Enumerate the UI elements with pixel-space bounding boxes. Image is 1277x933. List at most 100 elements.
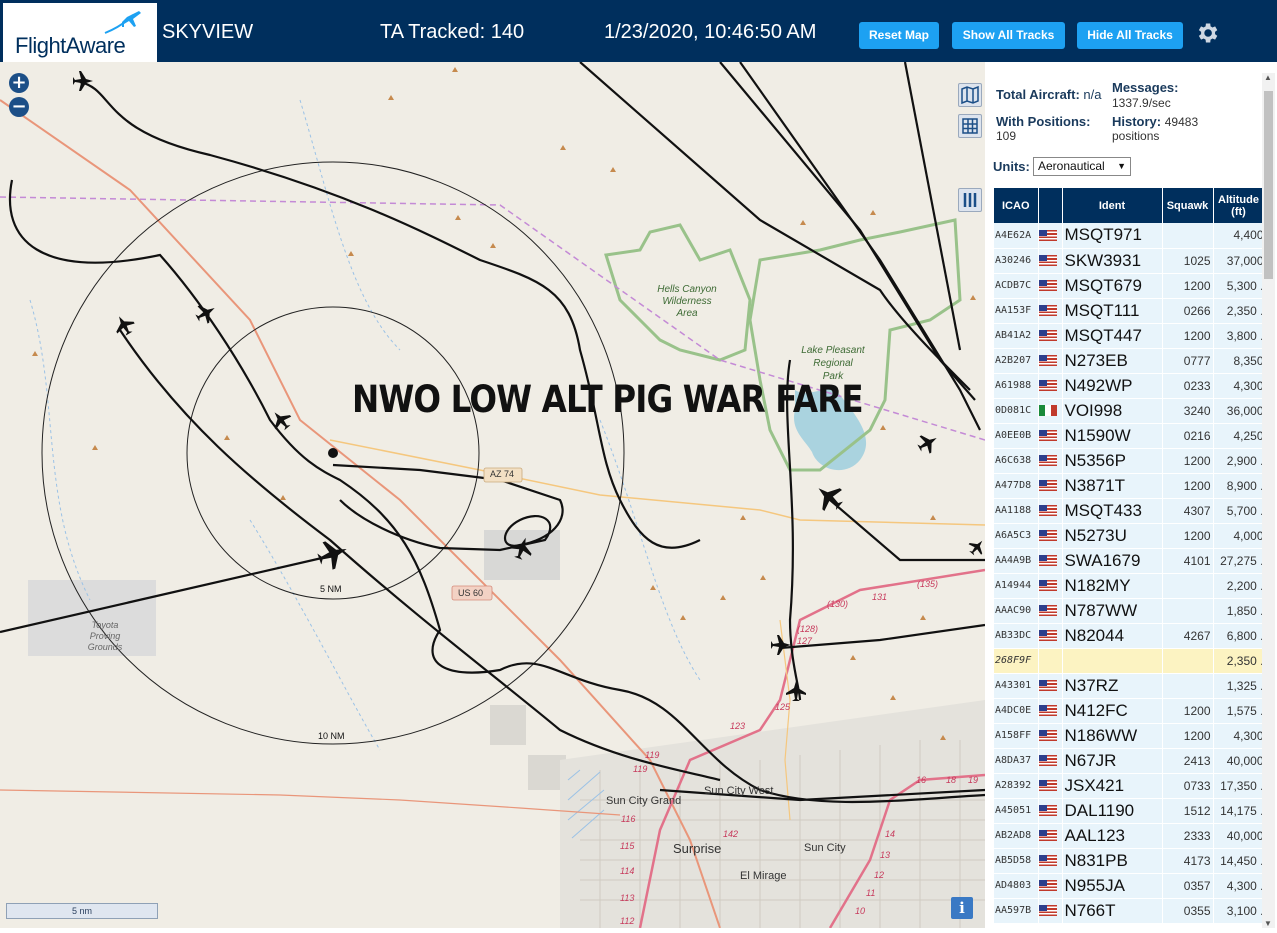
col-header-squawk[interactable]: Squawk <box>1162 188 1214 223</box>
table-row[interactable]: A4DC0E N412FC 1200 1,575 . <box>994 698 1262 724</box>
table-row[interactable]: A28392 JSX421 0733 17,350 . <box>994 773 1262 799</box>
flag-cell <box>1038 448 1063 474</box>
squawk-cell: 0266 <box>1162 298 1214 324</box>
table-row[interactable]: A0EE0B N1590W 0216 4,250 <box>994 423 1262 449</box>
table-row[interactable]: A14944 N182MY 2,200 . <box>994 573 1262 599</box>
road-number: 125 <box>775 702 791 712</box>
total-aircraft-stat: Total Aircraft: n/a <box>996 87 1102 102</box>
icao-cell: A4DC0E <box>994 698 1039 724</box>
table-row[interactable]: A30246 SKW3931 1025 37,000 <box>994 248 1262 274</box>
table-row[interactable]: A45051 DAL1190 1512 14,175 . <box>994 798 1262 824</box>
scroll-down-arrow[interactable]: ▼ <box>1264 919 1272 928</box>
scrollbar-thumb[interactable] <box>1264 91 1273 279</box>
ident-cell: N182MY <box>1062 573 1163 599</box>
ident-cell: N955JA <box>1062 873 1163 899</box>
aircraft-icon[interactable] <box>317 538 349 570</box>
aircraft-icon[interactable] <box>770 634 792 656</box>
table-row[interactable]: AB33DC N82044 4267 6,800 . <box>994 623 1262 649</box>
columns-toggle-button[interactable] <box>958 188 982 212</box>
squawk-cell: 1200 <box>1162 723 1214 749</box>
flag-cell <box>1038 673 1063 699</box>
table-row[interactable]: AA4A9B SWA1679 4101 27,275 . <box>994 548 1262 574</box>
table-row[interactable]: A6C638 N5356P 1200 2,900 . <box>994 448 1262 474</box>
table-row[interactable]: 0D081C VOI998 3240 36,000 <box>994 398 1262 424</box>
map-layers-button[interactable] <box>958 83 982 107</box>
table-row[interactable]: AA153F MSQT111 0266 2,350 . <box>994 298 1262 324</box>
table-row[interactable]: A8DA37 N67JR 2413 40,000 <box>994 748 1262 774</box>
aircraft-icon[interactable] <box>814 482 844 512</box>
road-number: 131 <box>872 592 888 602</box>
ident-cell: N1590W <box>1062 423 1163 449</box>
us-flag-icon <box>1038 254 1057 266</box>
units-label: Units: <box>993 159 1030 174</box>
col-header-altitude[interactable]: Altitude (ft) <box>1213 188 1262 223</box>
aircraft-icon[interactable] <box>917 432 939 454</box>
flag-cell <box>1038 823 1063 849</box>
grid-icon <box>962 118 978 134</box>
aircraft-icon[interactable] <box>195 302 217 324</box>
flightaware-logo[interactable]: FlightAware <box>3 3 157 62</box>
hide-all-tracks-button[interactable]: Hide All Tracks <box>1077 22 1183 49</box>
table-row[interactable]: AD4803 N955JA 0357 4,300 . <box>994 873 1262 899</box>
aircraft-icon[interactable] <box>510 536 534 560</box>
table-row[interactable]: A2B207 N273EB 0777 8,350 <box>994 348 1262 374</box>
aircraft-icon[interactable] <box>785 680 807 702</box>
col-header-icao[interactable]: ICAO <box>994 188 1039 223</box>
icao-cell: AA597B <box>994 898 1039 924</box>
sidebar-scrollbar[interactable]: ▲ ▼ <box>1262 73 1275 928</box>
col-header-flag[interactable] <box>1038 188 1063 223</box>
messages-stat: Messages: <box>1112 80 1178 95</box>
ident-cell: AAL123 <box>1062 823 1163 849</box>
table-row[interactable]: A6A5C3 N5273U 1200 4,000 <box>994 523 1262 549</box>
map-view[interactable]: Hells Canyon Wilderness Area Lake Pleasant… <box>0 62 985 928</box>
chevron-down-icon: ▼ <box>1117 161 1126 171</box>
aircraft-icon[interactable] <box>113 314 135 336</box>
altitude-cell: 14,175 . <box>1213 798 1262 824</box>
us-flag-icon <box>1038 504 1057 516</box>
squawk-cell <box>1162 673 1214 699</box>
table-row[interactable]: ACDB7C MSQT679 1200 5,300 . <box>994 273 1262 299</box>
table-row[interactable]: A477D8 N3871T 1200 8,900 . <box>994 473 1262 499</box>
aircraft-icon[interactable] <box>270 409 292 431</box>
zoom-in-button[interactable]: + <box>9 73 29 93</box>
table-row[interactable]: AB41A2 MSQT447 1200 3,800 . <box>994 323 1262 349</box>
table-row[interactable]: AA1188 MSQT433 4307 5,700 . <box>994 498 1262 524</box>
table-row[interactable]: A43301 N37RZ 1,325 . <box>994 673 1262 699</box>
flag-cell <box>1038 748 1063 774</box>
ident-cell: SKW3931 <box>1062 248 1163 274</box>
altitude-cell: 1,325 . <box>1213 673 1262 699</box>
reset-map-button[interactable]: Reset Map <box>859 22 939 49</box>
table-row[interactable]: A61988 N492WP 0233 4,300 <box>994 373 1262 399</box>
icao-cell: AA1188 <box>994 498 1039 524</box>
aircraft-icon[interactable] <box>968 536 985 558</box>
us-flag-icon <box>1038 304 1057 316</box>
messages-label: Messages: <box>1112 80 1179 95</box>
road-number: 119 <box>633 764 648 774</box>
icao-cell: AD4803 <box>994 873 1039 899</box>
table-row[interactable]: AB5D58 N831PB 4173 14,450 . <box>994 848 1262 874</box>
col-header-ident[interactable]: Ident <box>1062 188 1163 223</box>
table-row[interactable]: AB2AD8 AAL123 2333 40,000 <box>994 823 1262 849</box>
aircraft-icon[interactable] <box>72 70 94 92</box>
grid-toggle-button[interactable] <box>958 114 982 138</box>
squawk-cell: 1200 <box>1162 523 1214 549</box>
columns-icon <box>963 193 977 207</box>
aircraft-table-wrapper[interactable]: ICAO Ident Squawk Altitude (ft) A4E62A MS… <box>994 188 1262 928</box>
table-row[interactable]: 268F9F 2,350 . <box>994 648 1262 674</box>
info-button[interactable]: i <box>951 897 973 919</box>
gear-icon[interactable] <box>1194 20 1220 46</box>
ident-cell: N82044 <box>1062 623 1163 649</box>
table-row[interactable]: A158FF N186WW 1200 4,300 <box>994 723 1262 749</box>
show-all-tracks-button[interactable]: Show All Tracks <box>952 22 1065 49</box>
icao-cell: A2B207 <box>994 348 1039 374</box>
table-row[interactable]: A4E62A MSQT971 4,400 <box>994 223 1262 249</box>
scroll-up-arrow[interactable]: ▲ <box>1264 73 1272 82</box>
altitude-cell: 2,900 . <box>1213 448 1262 474</box>
road-number: 18 <box>946 775 957 785</box>
ident-cell: MSQT679 <box>1062 273 1163 299</box>
units-select[interactable]: Aeronautical ▼ <box>1033 157 1131 176</box>
zoom-out-button[interactable]: − <box>9 97 29 117</box>
icao-cell: AB5D58 <box>994 848 1039 874</box>
table-row[interactable]: AA597B N766T 0355 3,100 . <box>994 898 1262 924</box>
table-row[interactable]: AAAC90 N787WW 1,850 . <box>994 598 1262 624</box>
